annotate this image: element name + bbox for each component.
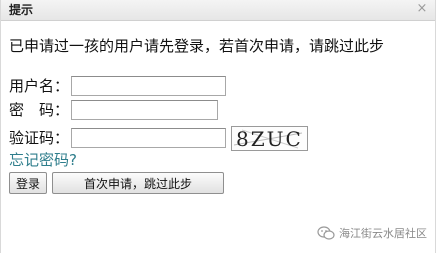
dialog-title: 提示: [9, 3, 34, 17]
login-button[interactable]: 登录: [9, 172, 47, 194]
captcha-image[interactable]: 8ZUC: [231, 126, 308, 151]
wechat-icon: [317, 226, 335, 240]
skip-button[interactable]: 首次申请，跳过此步: [52, 172, 224, 194]
username-label: 用户名：: [9, 77, 70, 95]
captcha-label: 验证码：: [9, 129, 70, 147]
captcha-input[interactable]: [71, 128, 226, 148]
watermark-text: 海江街云水居社区: [339, 227, 427, 240]
dialog-message: 已申请过一孩的用户请先登录，若首次申请，请跳过此步: [9, 37, 385, 55]
watermark: 海江街云水居社区: [317, 226, 427, 241]
username-input[interactable]: [71, 76, 226, 96]
forgot-password-link[interactable]: 忘记密码?: [9, 150, 77, 170]
close-icon[interactable]: ×: [415, 1, 429, 17]
dialog-titlebar: 提示 ×: [1, 0, 435, 21]
password-label: 密 码：: [9, 101, 70, 119]
dialog: 提示 × 已申请过一孩的用户请先登录，若首次申请，请跳过此步 用户名： 密 码：…: [0, 0, 436, 253]
captcha-text: 8ZUC: [236, 127, 303, 151]
password-input[interactable]: [71, 100, 218, 120]
